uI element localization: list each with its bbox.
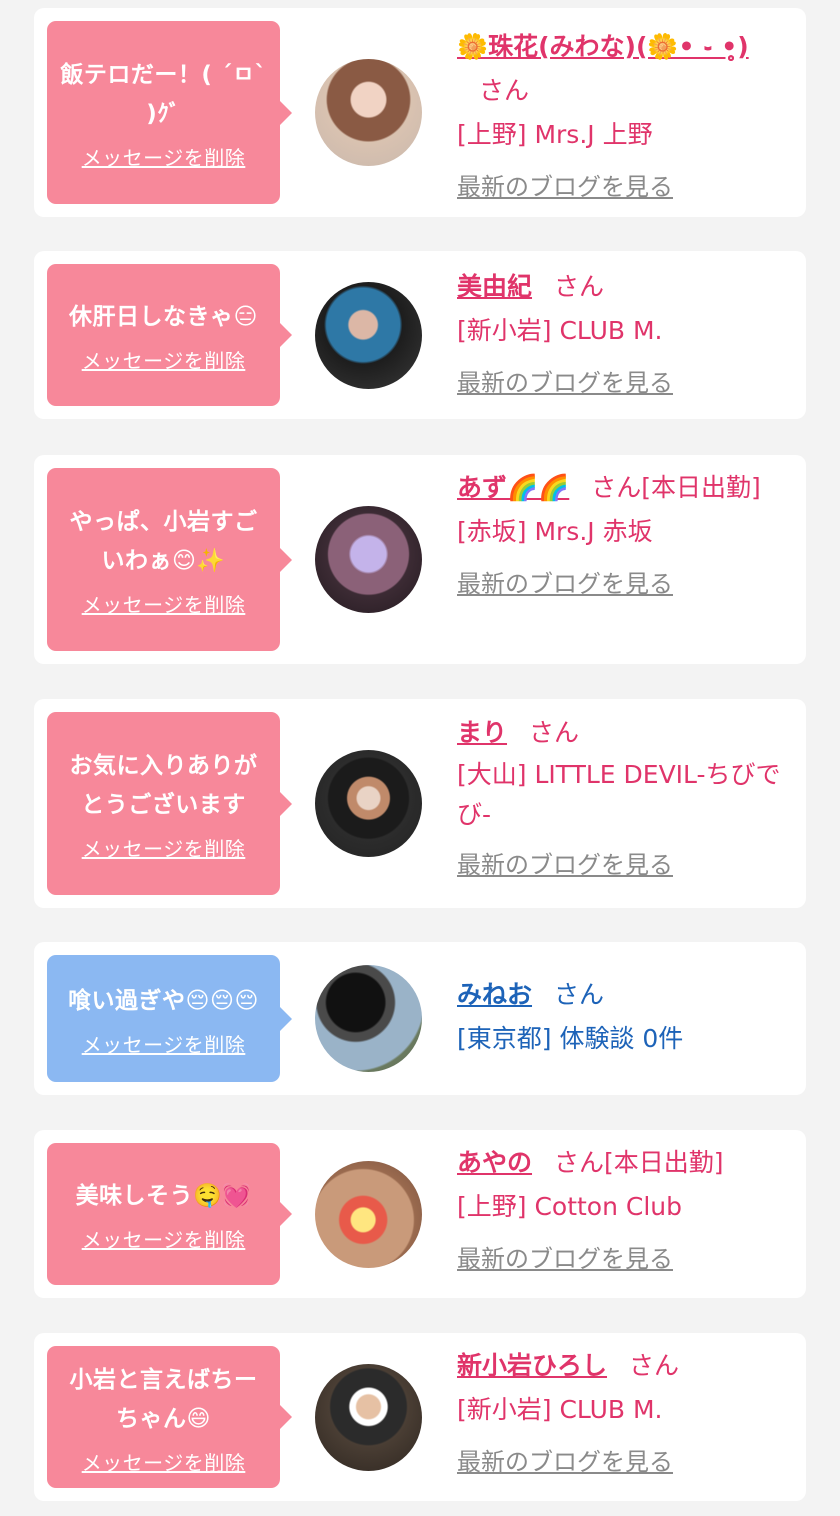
girl-name-link[interactable]: あやの xyxy=(457,1148,532,1177)
honorific: さん[本日出勤] xyxy=(591,473,761,502)
honorific: さん xyxy=(554,980,605,1009)
girl-name-link[interactable]: 🌼珠花(みわな)(🌼• ֊ •̥̥̥̥̥) xyxy=(457,32,749,61)
message-bubble: 喰い過ぎや😔😔😔 メッセージを削除 xyxy=(47,955,292,1082)
message-card: 小岩と言えばちーちゃん😄 メッセージを削除 新小岩ひろし さん [新小岩] CLU… xyxy=(34,1333,806,1501)
message-text: お気に入りありがとうございます xyxy=(69,753,258,818)
name-line: 美由紀 さん xyxy=(457,265,792,309)
name-line: 新小岩ひろし さん xyxy=(457,1344,792,1388)
message-card: やっぱ、小岩すごいわぁ😊✨ メッセージを削除 あず🌈🌈 さん[本日出勤] [赤坂]… xyxy=(34,455,806,664)
avatar[interactable] xyxy=(315,965,422,1072)
honorific: さん xyxy=(554,272,605,301)
honorific: さん[本日出勤] xyxy=(554,1148,724,1177)
shop-label: [上野] Cotton Club xyxy=(457,1192,683,1221)
girl-info: 🌼珠花(みわな)(🌼• ֊ •̥̥̥̥̥) さん [上野] Mrs.J 上野 最新… xyxy=(457,25,792,209)
honorific: さん xyxy=(479,76,530,105)
latest-blog-link[interactable]: 最新のブログを見る xyxy=(457,361,673,405)
girl-name-link[interactable]: まり xyxy=(457,718,507,747)
message-card: 美味しそう🤤💓 メッセージを削除 あやの さん[本日出勤] [上野] Cotton… xyxy=(34,1130,806,1298)
message-text: 小岩と言えばちーちゃん😄 xyxy=(69,1366,258,1432)
message-text: 喰い過ぎや😔😔😔 xyxy=(68,987,259,1014)
latest-blog-link[interactable]: 最新のブログを見る xyxy=(457,1237,673,1281)
delete-message-link[interactable]: メッセージを削除 xyxy=(82,833,246,862)
girl-name-link[interactable]: 新小岩ひろし xyxy=(457,1351,607,1380)
avatar[interactable] xyxy=(315,750,422,857)
message-bubble: 小岩と言えばちーちゃん😄 メッセージを削除 xyxy=(47,1346,292,1488)
girl-info: あず🌈🌈 さん[本日出勤] [赤坂] Mrs.J 赤坂 最新のブログを見る xyxy=(457,466,792,606)
message-card: 喰い過ぎや😔😔😔 メッセージを削除 みねお さん [東京都] 体験談 0件 xyxy=(34,942,806,1095)
message-text: 飯テロだー！( ´ㅁ` )ｸﾞ xyxy=(60,62,267,127)
name-line: あやの さん[本日出勤] xyxy=(457,1141,792,1185)
message-card: お気に入りありがとうございます メッセージを削除 まり さん [大山] LITTL… xyxy=(34,699,806,908)
message-bubble: 美味しそう🤤💓 メッセージを削除 xyxy=(47,1143,292,1285)
latest-blog-link[interactable]: 最新のブログを見る xyxy=(457,165,673,209)
delete-message-link[interactable]: メッセージを削除 xyxy=(82,1224,246,1253)
shop-label: [赤坂] Mrs.J 赤坂 xyxy=(457,517,653,546)
name-line: みねお さん xyxy=(457,973,792,1017)
girl-name-link[interactable]: 美由紀 xyxy=(457,272,532,301)
latest-blog-link[interactable]: 最新のブログを見る xyxy=(457,1440,673,1484)
message-card: 休肝日しなきゃ😑 メッセージを削除 美由紀 さん [新小岩] CLUB M. 最新… xyxy=(34,251,806,419)
message-bubble: お気に入りありがとうございます メッセージを削除 xyxy=(47,712,292,895)
message-bubble: 休肝日しなきゃ😑 メッセージを削除 xyxy=(47,264,292,406)
name-line: 🌼珠花(みわな)(🌼• ֊ •̥̥̥̥̥) さん xyxy=(457,25,792,113)
delete-message-link[interactable]: メッセージを削除 xyxy=(82,1029,246,1058)
honorific: さん xyxy=(529,718,580,747)
message-bubble: 飯テロだー！( ´ㅁ` )ｸﾞ メッセージを削除 xyxy=(47,21,292,204)
avatar[interactable] xyxy=(315,506,422,613)
girl-info: まり さん [大山] LITTLE DEVIL-ちびでび- 最新のブログを見る xyxy=(457,711,792,887)
girl-info: 新小岩ひろし さん [新小岩] CLUB M. 最新のブログを見る xyxy=(457,1344,792,1484)
review-count-label: [東京都] 体験談 0件 xyxy=(457,1024,684,1053)
message-text: やっぱ、小岩すごいわぁ😊✨ xyxy=(69,509,258,574)
shop-label: [上野] Mrs.J 上野 xyxy=(457,120,653,149)
latest-blog-link[interactable]: 最新のブログを見る xyxy=(457,843,673,887)
girl-info: 美由紀 さん [新小岩] CLUB M. 最新のブログを見る xyxy=(457,265,792,405)
girl-info: あやの さん[本日出勤] [上野] Cotton Club 最新のブログを見る xyxy=(457,1141,792,1281)
girl-name-link[interactable]: あず🌈🌈 xyxy=(457,473,569,502)
avatar[interactable] xyxy=(315,282,422,389)
name-line: あず🌈🌈 さん[本日出勤] xyxy=(457,466,792,510)
shop-label: [新小岩] CLUB M. xyxy=(457,1395,663,1424)
shop-label: [新小岩] CLUB M. xyxy=(457,316,663,345)
avatar[interactable] xyxy=(315,1161,422,1268)
user-name-link[interactable]: みねお xyxy=(457,980,532,1009)
avatar[interactable] xyxy=(315,59,422,166)
shop-label: [大山] LITTLE DEVIL-ちびでび- xyxy=(457,760,781,829)
message-text: 美味しそう🤤💓 xyxy=(75,1183,252,1209)
avatar[interactable] xyxy=(315,1364,422,1471)
message-bubble: やっぱ、小岩すごいわぁ😊✨ メッセージを削除 xyxy=(47,468,292,651)
delete-message-link[interactable]: メッセージを削除 xyxy=(82,345,246,374)
honorific: さん xyxy=(629,1351,680,1380)
message-text: 休肝日しなきゃ😑 xyxy=(69,304,258,330)
message-card: 飯テロだー！( ´ㅁ` )ｸﾞ メッセージを削除 🌼珠花(みわな)(🌼• ֊ •… xyxy=(34,8,806,217)
latest-blog-link[interactable]: 最新のブログを見る xyxy=(457,562,673,606)
delete-message-link[interactable]: メッセージを削除 xyxy=(82,142,246,171)
girl-info: みねお さん [東京都] 体験談 0件 xyxy=(457,973,792,1061)
delete-message-link[interactable]: メッセージを削除 xyxy=(82,1447,246,1476)
name-line: まり さん xyxy=(457,711,792,755)
delete-message-link[interactable]: メッセージを削除 xyxy=(82,589,246,618)
